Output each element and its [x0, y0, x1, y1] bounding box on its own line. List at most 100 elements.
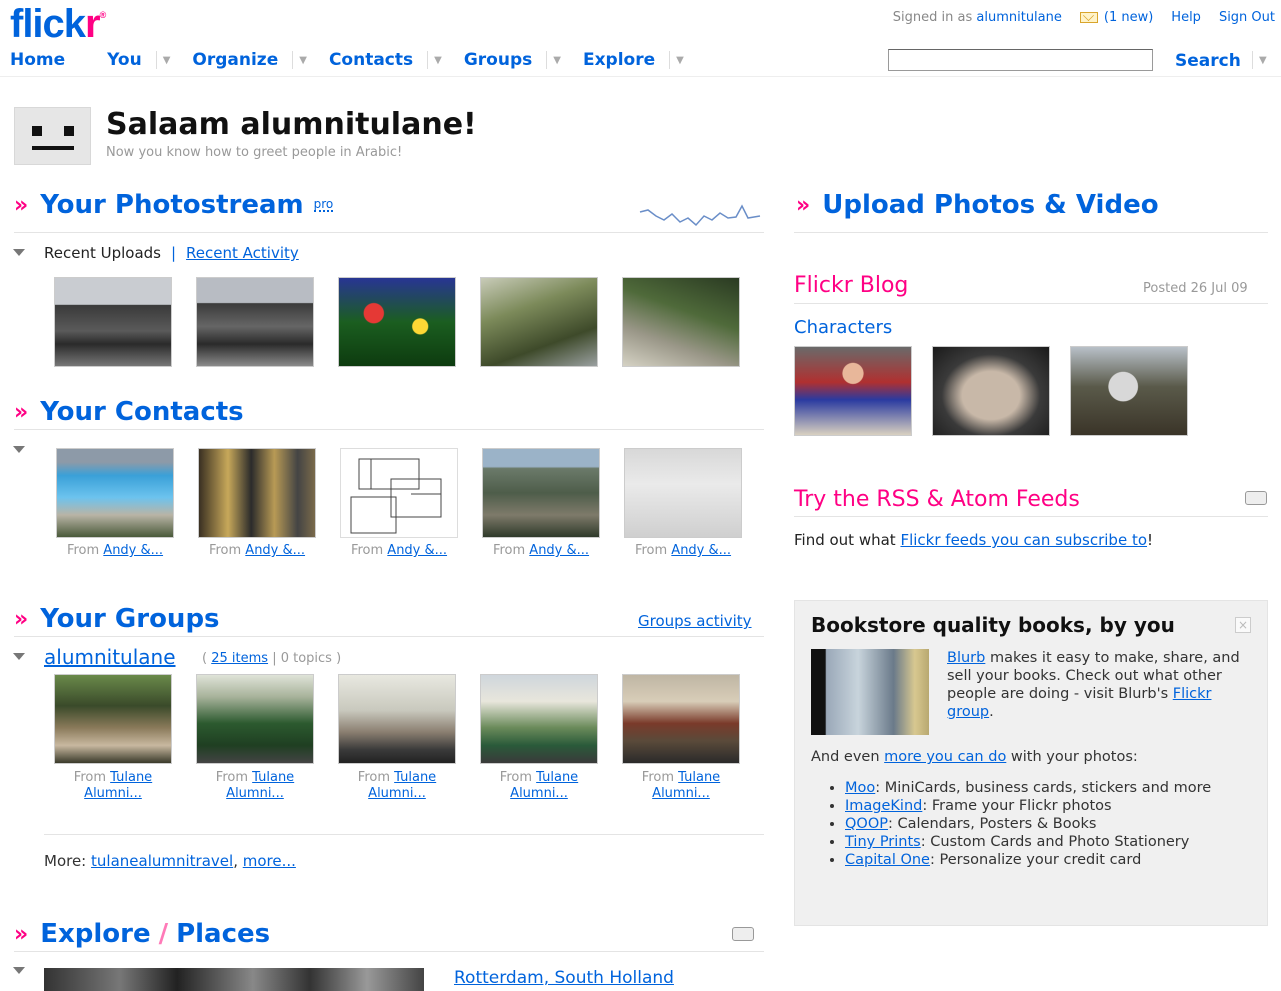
partner-list: Moo: MiniCards, business cards, stickers… — [845, 779, 1255, 869]
imagekind-link[interactable]: ImageKind — [845, 798, 922, 814]
qoop-link[interactable]: QOOP — [845, 816, 888, 832]
blog-photo-thumb[interactable] — [1070, 346, 1188, 436]
groups-heading[interactable]: » Your Groups — [14, 604, 220, 634]
pro-badge: pro — [313, 197, 334, 212]
collapse-triangle-icon[interactable] — [13, 249, 25, 256]
group-photo-thumb[interactable] — [622, 674, 740, 764]
feed-icon[interactable] — [732, 927, 754, 941]
logo-text-blue: flick — [10, 2, 86, 46]
group-photo-thumb[interactable] — [196, 674, 314, 764]
blog-photo-thumb[interactable] — [794, 346, 912, 436]
upload-heading[interactable]: » Upload Photos & Video — [796, 190, 1159, 220]
more-groups-link[interactable]: more... — [243, 852, 296, 870]
group-photo-link[interactable]: Tulane — [110, 770, 152, 785]
place-photo[interactable] — [44, 968, 424, 991]
explore-places-heading[interactable]: » Explore / Places — [14, 919, 270, 949]
collapse-triangle-icon[interactable] — [13, 653, 25, 660]
rss-feeds-link[interactable]: Flickr feeds you can subscribe to — [900, 531, 1147, 549]
search-button[interactable]: Search — [1175, 51, 1241, 71]
contacts-heading[interactable]: » Your Contacts — [14, 397, 244, 427]
promo-book-image[interactable] — [811, 649, 929, 735]
username-link[interactable]: alumnitulane — [976, 10, 1061, 25]
feed-icon[interactable] — [1245, 491, 1267, 505]
nav-groups[interactable]: Groups ▼ — [464, 50, 561, 70]
search-chevron-down-icon[interactable]: ▼ — [1252, 51, 1267, 69]
group-photo-link[interactable]: Tulane — [536, 770, 578, 785]
contact-caption: From Andy &... — [634, 543, 732, 558]
group-name-link[interactable]: alumnitulane — [44, 645, 176, 669]
main-nav: Home You ▼ Organize ▼ Contacts ▼ Groups ▼ Ex… — [10, 50, 706, 70]
chevron-down-icon[interactable]: ▼ — [427, 51, 442, 69]
list-item: Moo: MiniCards, business cards, stickers… — [845, 779, 1255, 797]
place-link[interactable]: Rotterdam, South Holland — [454, 968, 674, 988]
flickr-logo[interactable]: flickr® — [10, 2, 107, 47]
collapse-triangle-icon[interactable] — [13, 446, 25, 453]
group-photo-thumb[interactable] — [480, 674, 598, 764]
help-link[interactable]: Help — [1171, 10, 1201, 25]
contact-photo-thumb[interactable] — [340, 448, 458, 538]
contact-link[interactable]: Andy &... — [103, 543, 163, 558]
promo-more-text: And even more you can do with your photo… — [811, 749, 1138, 765]
group-photo-caption: From Tulane Alumni... — [499, 770, 579, 801]
nav-home[interactable]: Home — [10, 50, 65, 70]
contact-link[interactable]: Andy &... — [671, 543, 731, 558]
contact-photo-thumb[interactable] — [624, 448, 742, 538]
groups-activity-link[interactable]: Groups activity — [638, 612, 752, 630]
nav-you[interactable]: You ▼ — [107, 50, 170, 70]
blog-photo-thumb[interactable] — [932, 346, 1050, 436]
close-icon[interactable]: × — [1235, 617, 1251, 633]
group-photo-thumb[interactable] — [338, 674, 456, 764]
buddy-icon-avatar[interactable] — [14, 107, 91, 165]
contact-link[interactable]: Andy &... — [245, 543, 305, 558]
photostream-thumb[interactable] — [622, 277, 740, 367]
group-photo-link[interactable]: Tulane — [252, 770, 294, 785]
greeting-subtitle: Now you know how to greet people in Arab… — [106, 145, 403, 160]
logo-registered-mark: ® — [99, 10, 107, 20]
tab-recent-uploads[interactable]: Recent Uploads — [44, 244, 161, 262]
more-group-link[interactable]: tulanealumnitravel — [91, 852, 233, 870]
nav-organize[interactable]: Organize ▼ — [192, 50, 307, 70]
sign-out-link[interactable]: Sign Out — [1219, 10, 1275, 25]
group-items-link[interactable]: 25 items — [211, 651, 268, 666]
contact-caption: From Andy &... — [350, 543, 448, 558]
photostream-thumb[interactable] — [338, 277, 456, 367]
chevron-down-icon[interactable]: ▼ — [155, 51, 170, 69]
tiny-prints-link[interactable]: Tiny Prints — [845, 834, 921, 850]
flickr-blog-title[interactable]: Flickr Blog — [794, 273, 908, 298]
nav-explore[interactable]: Explore ▼ — [583, 50, 684, 70]
nav-contacts[interactable]: Contacts ▼ — [329, 50, 442, 70]
tab-recent-activity[interactable]: Recent Activity — [186, 244, 299, 262]
chevron-down-icon[interactable]: ▼ — [669, 51, 684, 69]
group-photo-link[interactable]: Tulane — [678, 770, 720, 785]
greeting-title: Salaam alumnitulane! — [106, 107, 477, 142]
contact-photo-thumb[interactable] — [56, 448, 174, 538]
collapse-triangle-icon[interactable] — [13, 967, 25, 974]
envelope-icon — [1079, 12, 1098, 23]
group-photo-link[interactable]: Tulane — [394, 770, 436, 785]
groups-more: More: tulanealumnitravel, more... — [44, 852, 296, 870]
account-bar: Signed in as alumnitulane (1 new) Help S… — [893, 10, 1275, 25]
photostream-thumb[interactable] — [196, 277, 314, 367]
photostream-heading[interactable]: » Your Photostream pro — [14, 190, 334, 220]
capital-one-link[interactable]: Capital One — [845, 852, 930, 868]
photostream-thumb[interactable] — [54, 277, 172, 367]
photostream-thumb[interactable] — [480, 277, 598, 367]
rss-heading[interactable]: Try the RSS & Atom Feeds — [794, 487, 1080, 512]
search-input[interactable] — [888, 49, 1153, 71]
more-you-can-do-link[interactable]: more you can do — [884, 749, 1006, 765]
moo-link[interactable]: Moo — [845, 780, 875, 796]
contact-link[interactable]: Andy &... — [529, 543, 589, 558]
group-photo-caption: From Tulane Alumni... — [73, 770, 153, 801]
contact-photo-thumb[interactable] — [482, 448, 600, 538]
blurb-link[interactable]: Blurb — [947, 650, 985, 666]
rss-text: Find out what Flickr feeds you can subsc… — [794, 531, 1154, 549]
chevron-down-icon[interactable]: ▼ — [292, 51, 307, 69]
activity-sparkline — [639, 204, 761, 227]
group-photo-thumb[interactable] — [54, 674, 172, 764]
contact-link[interactable]: Andy &... — [387, 543, 447, 558]
contact-caption: From Andy &... — [492, 543, 590, 558]
contact-photo-thumb[interactable] — [198, 448, 316, 538]
blog-post-title[interactable]: Characters — [794, 317, 892, 338]
chevron-down-icon[interactable]: ▼ — [546, 51, 561, 69]
mail-link[interactable]: (1 new) — [1079, 10, 1153, 25]
